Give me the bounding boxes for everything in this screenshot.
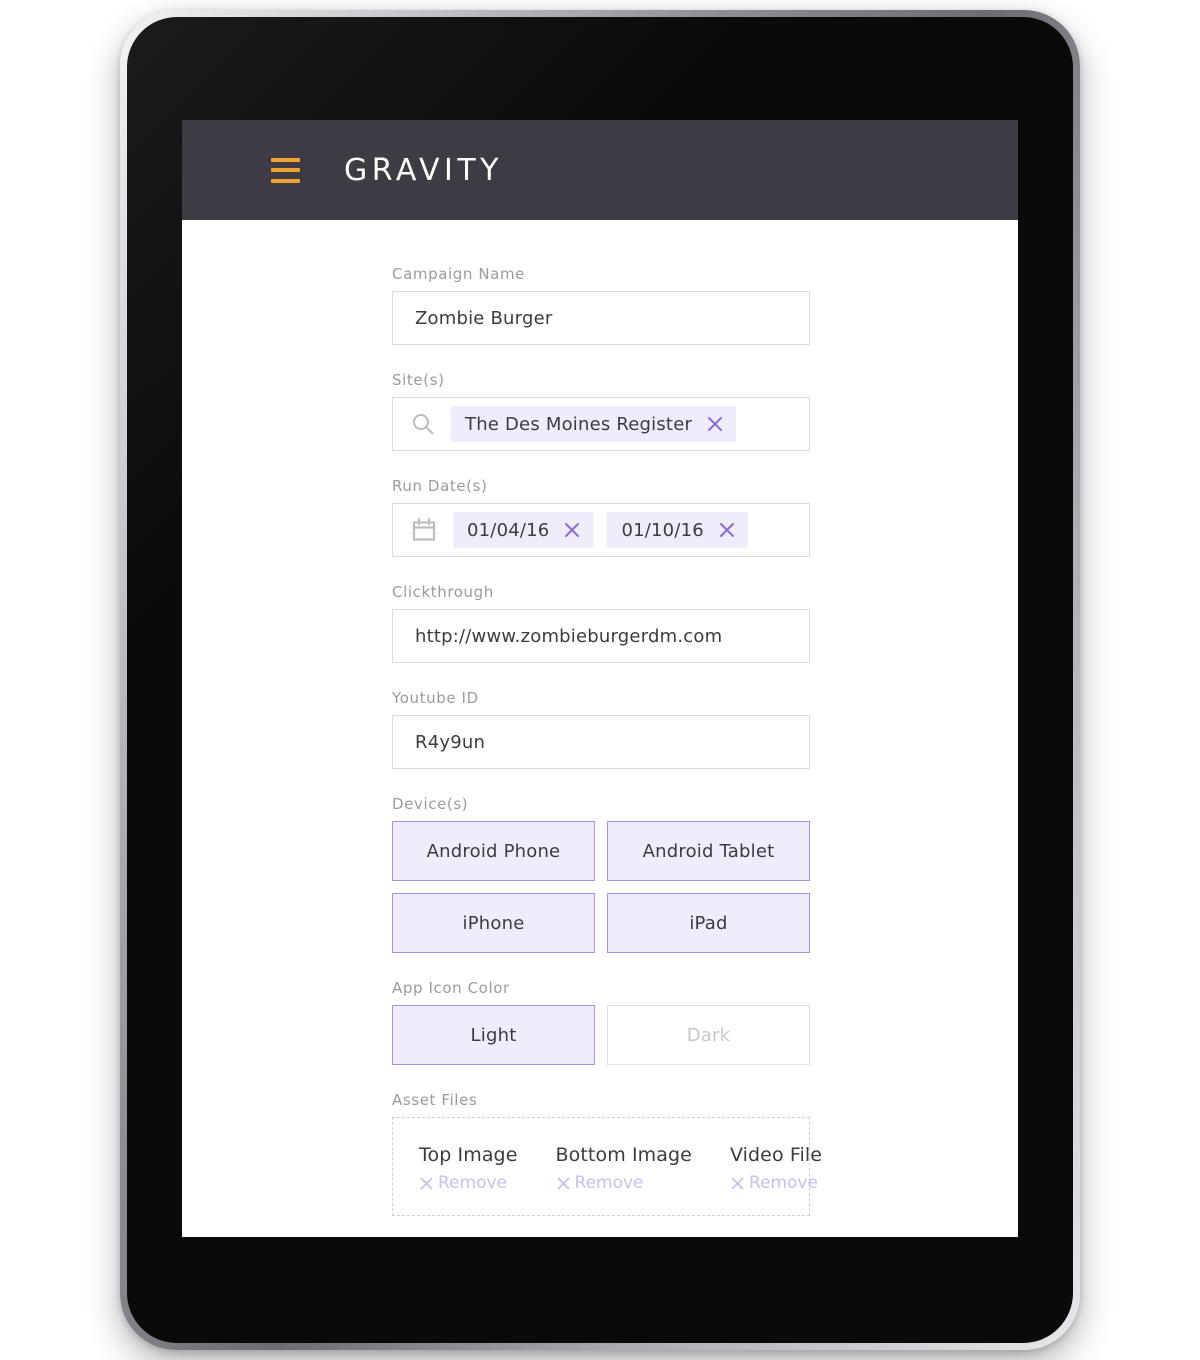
asset-item: Bottom Image Remove	[556, 1144, 692, 1193]
asset-files-dropzone[interactable]: Top Image Remove Bottom Image Remove Vid…	[392, 1117, 822, 1216]
date-chip[interactable]: 01/04/16	[453, 512, 594, 548]
campaign-name-input[interactable]: Zombie Burger	[392, 291, 810, 345]
device-option-android-tablet[interactable]: Android Tablet	[607, 821, 810, 881]
calendar-icon	[411, 517, 437, 543]
close-icon[interactable]	[563, 521, 581, 539]
clickthrough-value: http://www.zombieburgerdm.com	[415, 625, 723, 647]
tablet-screen: GRAVITY Campaign Name Zombie Burger Site…	[182, 120, 1018, 1237]
device-options: Android Phone Android Tablet iPhone iPad	[392, 821, 810, 953]
field-devices: Device(s) Android Phone Android Tablet i…	[392, 795, 810, 953]
sites-input[interactable]: The Des Moines Register	[392, 397, 810, 451]
site-chip[interactable]: The Des Moines Register	[451, 406, 737, 442]
close-icon	[556, 1176, 571, 1191]
youtube-id-value: R4y9un	[415, 731, 486, 753]
asset-remove-button[interactable]: Remove	[419, 1173, 518, 1193]
label-campaign-name: Campaign Name	[392, 265, 526, 283]
label-app-icon-color: App Icon Color	[392, 979, 510, 997]
label-sites: Site(s)	[392, 371, 445, 389]
label-asset-files: Asset Files	[392, 1091, 478, 1109]
asset-file-name: Video File	[729, 1144, 823, 1166]
field-sites: Site(s) The Des Moines Register	[392, 371, 810, 451]
date-chip-label: 01/04/16	[467, 519, 550, 541]
page-title: GRAVITY	[344, 152, 503, 188]
label-youtube-id: Youtube ID	[392, 689, 479, 707]
close-icon[interactable]	[718, 521, 736, 539]
app-icon-color-label: Light	[470, 1024, 517, 1046]
close-icon[interactable]	[706, 415, 724, 433]
device-option-ipad[interactable]: iPad	[607, 893, 810, 953]
clickthrough-input[interactable]: http://www.zombieburgerdm.com	[392, 609, 810, 663]
youtube-id-input[interactable]: R4y9un	[392, 715, 810, 769]
close-icon	[730, 1176, 745, 1191]
label-devices: Device(s)	[392, 795, 469, 813]
campaign-form: Campaign Name Zombie Burger Site(s) The …	[182, 220, 1018, 1237]
device-option-label: iPad	[689, 912, 728, 934]
asset-remove-label: Remove	[438, 1173, 507, 1193]
device-option-label: Android Tablet	[642, 840, 775, 862]
date-chip[interactable]: 01/10/16	[607, 512, 748, 548]
field-clickthrough: Clickthrough http://www.zombieburgerdm.c…	[392, 583, 810, 663]
search-icon	[411, 412, 435, 436]
hamburger-icon[interactable]	[271, 157, 300, 183]
field-run-dates: Run Date(s) 01/04/16 01/10/16	[392, 477, 810, 557]
app-icon-color-label: Dark	[686, 1024, 731, 1046]
asset-remove-button[interactable]: Remove	[730, 1173, 822, 1193]
field-youtube-id: Youtube ID R4y9un	[392, 689, 810, 769]
field-asset-files: Asset Files Top Image Remove Bottom Imag…	[392, 1091, 822, 1216]
asset-remove-label: Remove	[748, 1173, 818, 1193]
app-header: GRAVITY	[182, 120, 1018, 220]
asset-item: Top Image Remove	[419, 1144, 518, 1193]
field-campaign-name: Campaign Name Zombie Burger	[392, 265, 810, 345]
device-option-label: Android Phone	[426, 840, 561, 862]
close-icon	[419, 1176, 434, 1191]
asset-remove-button[interactable]: Remove	[556, 1173, 692, 1193]
screenshot-stage: GRAVITY Campaign Name Zombie Burger Site…	[0, 0, 1200, 1360]
device-option-android-phone[interactable]: Android Phone	[392, 821, 595, 881]
field-app-icon-color: App Icon Color Light Dark	[392, 979, 810, 1065]
run-dates-input[interactable]: 01/04/16 01/10/16	[392, 503, 810, 557]
asset-file-name: Top Image	[419, 1144, 518, 1166]
asset-remove-label: Remove	[574, 1173, 644, 1193]
label-run-dates: Run Date(s)	[392, 477, 488, 495]
device-option-label: iPhone	[462, 912, 525, 934]
app-icon-color-option-light[interactable]: Light	[392, 1005, 595, 1065]
date-chip-label: 01/10/16	[621, 519, 704, 541]
label-clickthrough: Clickthrough	[392, 583, 494, 601]
device-option-iphone[interactable]: iPhone	[392, 893, 595, 953]
app-icon-color-options: Light Dark	[392, 1005, 810, 1065]
asset-file-name: Bottom Image	[555, 1144, 692, 1166]
asset-item: Video File Remove	[730, 1144, 822, 1193]
site-chip-label: The Des Moines Register	[465, 413, 693, 435]
app-icon-color-option-dark[interactable]: Dark	[607, 1005, 810, 1065]
campaign-name-value: Zombie Burger	[415, 307, 553, 329]
